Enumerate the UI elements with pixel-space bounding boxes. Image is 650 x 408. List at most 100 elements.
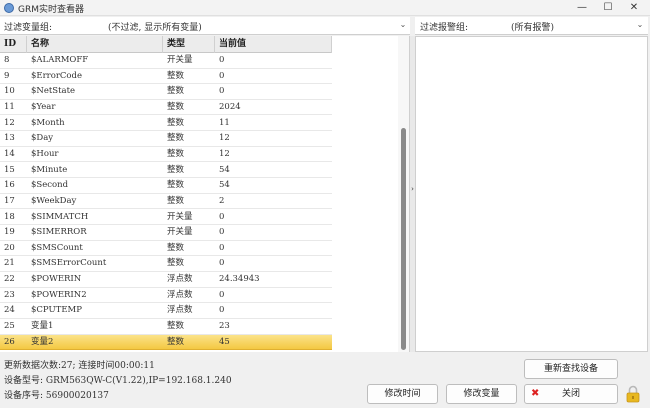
modify-time-button[interactable]: 修改时间 xyxy=(367,384,438,404)
cell-type: 开关量 xyxy=(167,211,193,222)
column-header-name[interactable]: 名称 xyxy=(27,36,163,53)
cell-id: 14 xyxy=(4,148,15,159)
table-row[interactable]: 15 $Minute 整数 54 xyxy=(0,163,332,179)
table-row[interactable]: 23 $POWERIN2 浮点数 0 xyxy=(0,288,332,304)
device-serial-text: 设备序号: 56900020137 xyxy=(4,391,109,401)
cell-name: $Second xyxy=(31,180,69,191)
cell-value: 0 xyxy=(219,211,225,222)
variable-filter-label: 过滤变量组: xyxy=(4,23,53,33)
maximize-button[interactable]: ☐ xyxy=(596,0,620,16)
device-model-text: 设备型号: GRM563QW-C(V1.22),IP=192.168.1.240 xyxy=(4,376,232,386)
cell-type: 整数 xyxy=(167,242,185,253)
cell-value: 0 xyxy=(219,70,225,81)
cell-type: 整数 xyxy=(167,117,185,128)
cell-type: 整数 xyxy=(167,180,185,191)
alarm-filter-label: 过滤报警组: xyxy=(420,23,469,33)
table-row[interactable]: 21 $SMSErrorCount 整数 0 xyxy=(0,256,332,272)
column-header-id[interactable]: ID xyxy=(0,36,27,53)
cell-id: 13 xyxy=(4,133,15,144)
cell-name: $Minute xyxy=(31,164,68,175)
close-window-button[interactable]: ✕ xyxy=(622,0,646,16)
cell-name: $WeekDay xyxy=(31,195,77,206)
table-row[interactable]: 12 $Month 整数 11 xyxy=(0,116,332,132)
table-row[interactable]: 20 $SMSCount 整数 0 xyxy=(0,241,332,257)
cell-value: 0 xyxy=(219,55,225,65)
table-row[interactable]: 18 $SIMMATCH 开关量 0 xyxy=(0,210,332,225)
modify-variable-button[interactable]: 修改变量 xyxy=(446,384,517,404)
cell-type: 整数 xyxy=(167,86,185,97)
cell-value: 23 xyxy=(219,321,230,332)
table-row[interactable]: 19 $SIMERROR 开关量 0 xyxy=(0,225,332,241)
cell-value: 2 xyxy=(219,195,225,206)
cell-id: 17 xyxy=(4,195,15,206)
cell-value: 0 xyxy=(219,289,225,300)
cell-value: 0 xyxy=(219,258,225,269)
cell-name: $POWERIN xyxy=(31,274,82,285)
cell-id: 23 xyxy=(4,289,15,300)
scrollbar-thumb[interactable] xyxy=(401,128,406,350)
variable-table[interactable]: ID 名称 类型 当前值 8 $ALARMOFF 开关量 0 9 $ErrorCode 整数… xyxy=(0,36,410,352)
cell-id: 15 xyxy=(4,164,15,175)
cell-id: 10 xyxy=(4,86,15,97)
cell-type: 浮点数 xyxy=(167,274,193,285)
cell-type: 整数 xyxy=(167,101,185,112)
table-row[interactable]: 22 $POWERIN 浮点数 24.34943 xyxy=(0,272,332,288)
table-row[interactable]: 9 $ErrorCode 整数 0 xyxy=(0,69,332,85)
cell-type: 整数 xyxy=(167,195,185,206)
cell-type: 整数 xyxy=(167,336,185,347)
cell-name: $SMSCount xyxy=(31,242,83,253)
cell-type: 浮点数 xyxy=(167,305,193,316)
cell-value: 54 xyxy=(219,164,230,175)
alarm-filter-select[interactable]: (所有报警) xyxy=(511,20,554,33)
cell-value: 2024 xyxy=(219,101,241,112)
lock-icon xyxy=(626,385,640,403)
chevron-down-icon[interactable]: ⌄ xyxy=(635,19,645,31)
cell-id: 21 xyxy=(4,258,15,269)
cell-name: $ALARMOFF xyxy=(31,55,89,65)
cell-id: 8 xyxy=(4,55,10,65)
close-button[interactable]: ✖ 关闭 xyxy=(524,384,618,404)
cell-id: 18 xyxy=(4,211,15,222)
cell-type: 整数 xyxy=(167,258,185,269)
table-row[interactable]: 26 变量2 整数 45 xyxy=(0,334,332,351)
table-row[interactable]: 10 $NetState 整数 0 xyxy=(0,84,332,100)
variable-filter-select[interactable]: (不过滤, 显示所有变量) xyxy=(108,20,202,33)
cell-name: $ErrorCode xyxy=(31,70,83,81)
cell-name: $Day xyxy=(31,133,54,144)
table-row[interactable]: 16 $Second 整数 54 xyxy=(0,178,332,194)
cell-value: 24.34943 xyxy=(219,274,260,285)
cell-type: 整数 xyxy=(167,321,185,332)
cell-name: 变量1 xyxy=(31,321,54,332)
table-row[interactable]: 24 $CPUTEMP 浮点数 0 xyxy=(0,303,332,319)
table-row[interactable]: 13 $Day 整数 12 xyxy=(0,131,332,147)
close-button-label: 关闭 xyxy=(561,389,580,399)
cell-id: 12 xyxy=(4,117,15,128)
cell-type: 开关量 xyxy=(167,227,193,238)
cell-type: 开关量 xyxy=(167,55,193,65)
table-row[interactable]: 25 变量1 整数 23 xyxy=(0,319,332,335)
column-header-type[interactable]: 类型 xyxy=(163,36,215,53)
table-row[interactable]: 11 $Year 整数 2024 xyxy=(0,100,332,116)
cell-id: 9 xyxy=(4,70,10,81)
cell-value: 12 xyxy=(219,133,230,144)
column-header-value[interactable]: 当前值 xyxy=(215,36,332,53)
table-row[interactable]: 14 $Hour 整数 12 xyxy=(0,147,332,163)
table-row[interactable]: 17 $WeekDay 整数 2 xyxy=(0,194,332,210)
table-header: ID 名称 类型 当前值 xyxy=(0,36,332,53)
cell-value: 54 xyxy=(219,180,230,191)
cell-name: $CPUTEMP xyxy=(31,305,82,316)
cell-value: 0 xyxy=(219,227,225,238)
cell-value: 0 xyxy=(219,305,225,316)
table-row[interactable]: 8 $ALARMOFF 开关量 0 xyxy=(0,53,332,69)
variable-filter-bar: 过滤变量组: (不过滤, 显示所有变量) ⌄ xyxy=(0,17,410,35)
rescan-device-button[interactable]: 重新查找设备 xyxy=(524,359,618,379)
cell-type: 整数 xyxy=(167,133,185,144)
app-icon xyxy=(4,3,14,13)
cell-name: $Month xyxy=(31,117,65,128)
vertical-scrollbar[interactable] xyxy=(398,36,409,352)
cell-id: 20 xyxy=(4,242,15,253)
alarm-list-panel[interactable] xyxy=(415,36,648,352)
chevron-down-icon[interactable]: ⌄ xyxy=(398,19,408,31)
update-status-text: 更新数据次数:27; 连接时间00:00:11 xyxy=(4,361,155,371)
minimize-button[interactable]: — xyxy=(570,0,594,16)
